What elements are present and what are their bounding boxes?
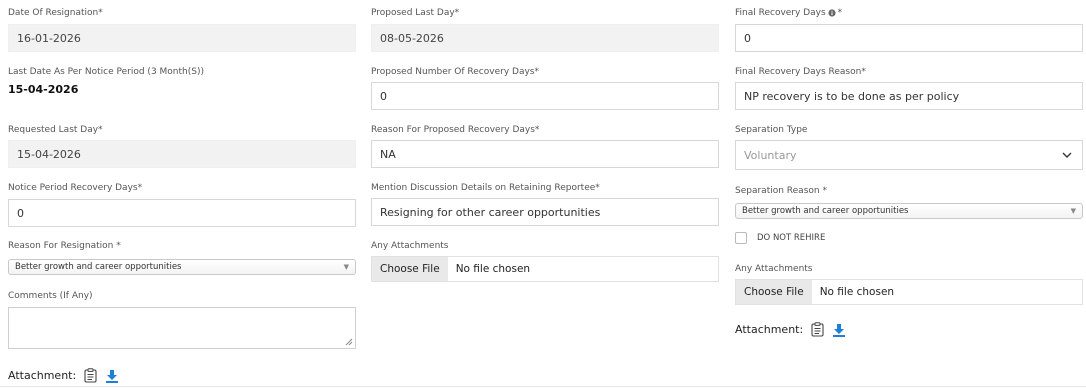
final-recovery-reason-input[interactable]: NP recovery is to be done as per policy	[735, 82, 1083, 110]
caret-down-icon: ▼	[1070, 207, 1076, 215]
chevron-down-icon	[1062, 152, 1072, 158]
attachment-row-right: Attachment:	[735, 322, 846, 337]
any-attachments-label-mid: Any Attachments	[371, 241, 449, 251]
final-recovery-reason-label: Final Recovery Days Reason*	[735, 67, 866, 77]
last-date-notice-value: 15-04-2026	[8, 83, 79, 96]
reason-proposed-recovery-input[interactable]: NA	[371, 140, 719, 168]
separation-reason-value: Better growth and career opportunities	[742, 206, 909, 216]
separation-reason-label: Separation Reason *	[735, 186, 827, 196]
reason-for-resignation-value: Better growth and career opportunities	[15, 262, 182, 272]
proposed-last-day-field: 08-05-2026	[371, 24, 719, 52]
notice-recovery-days-input[interactable]: 0	[8, 199, 356, 227]
discussion-details-input[interactable]: Resigning for other career opportunities	[371, 198, 719, 226]
final-recovery-days-label-row: Final Recovery Days *	[735, 8, 842, 18]
reason-for-resignation-select[interactable]: Better growth and career opportunities ▼	[8, 259, 356, 275]
do-not-rehire-row[interactable]: DO NOT REHIRE	[735, 232, 825, 244]
final-recovery-days-input[interactable]: 0	[735, 24, 1083, 52]
bottom-divider	[0, 386, 1086, 387]
reason-for-resignation-label: Reason For Resignation *	[8, 241, 121, 251]
attachment-row-left: Attachment:	[8, 368, 119, 383]
caret-down-icon: ▼	[343, 263, 349, 271]
choose-file-button[interactable]: Choose File	[736, 280, 812, 304]
attachment-label: Attachment:	[735, 323, 804, 336]
any-attachments-label-right: Any Attachments	[735, 264, 813, 274]
attachment-label: Attachment:	[8, 369, 77, 382]
comments-textarea[interactable]	[8, 307, 356, 349]
file-input-mid[interactable]: Choose File No file chosen	[371, 256, 719, 282]
final-recovery-days-label: Final Recovery Days	[735, 8, 826, 18]
file-status: No file chosen	[819, 286, 895, 298]
discussion-details-label: Mention Discussion Details on Retaining …	[371, 183, 600, 193]
clipboard-icon[interactable]	[811, 322, 824, 337]
requested-last-day-field: 15-04-2026	[8, 140, 356, 168]
comments-label: Comments (If Any)	[8, 291, 93, 301]
last-date-notice-label: Last Date As Per Notice Period (3 Month(…	[8, 67, 204, 77]
resize-handle-icon[interactable]	[345, 338, 353, 346]
separation-type-label: Separation Type	[735, 125, 808, 135]
file-input-right[interactable]: Choose File No file chosen	[735, 279, 1083, 305]
requested-last-day-label: Requested Last Day*	[8, 125, 103, 135]
notice-recovery-days-label: Notice Period Recovery Days*	[8, 183, 143, 193]
date-of-resignation-field: 16-01-2026	[8, 24, 356, 52]
date-of-resignation-label: Date Of Resignation*	[8, 8, 103, 18]
download-icon[interactable]	[105, 369, 119, 383]
clipboard-icon[interactable]	[84, 368, 97, 383]
separation-type-value: Voluntary	[744, 148, 797, 162]
reason-proposed-recovery-label: Reason For Proposed Recovery Days*	[371, 125, 540, 135]
file-status: No file chosen	[455, 263, 531, 275]
info-circle-icon[interactable]	[828, 9, 836, 17]
proposed-recovery-days-label: Proposed Number Of Recovery Days*	[371, 67, 539, 77]
choose-file-button[interactable]: Choose File	[372, 257, 448, 281]
separation-type-select[interactable]: Voluntary	[735, 140, 1083, 170]
do-not-rehire-label: DO NOT REHIRE	[757, 233, 826, 243]
download-icon[interactable]	[832, 323, 846, 337]
proposed-recovery-days-input[interactable]: 0	[371, 82, 719, 110]
separation-reason-select[interactable]: Better growth and career opportunities ▼	[735, 203, 1083, 219]
proposed-last-day-label: Proposed Last Day*	[371, 8, 460, 18]
do-not-rehire-checkbox[interactable]	[735, 232, 747, 244]
required-asterisk: *	[837, 8, 843, 18]
